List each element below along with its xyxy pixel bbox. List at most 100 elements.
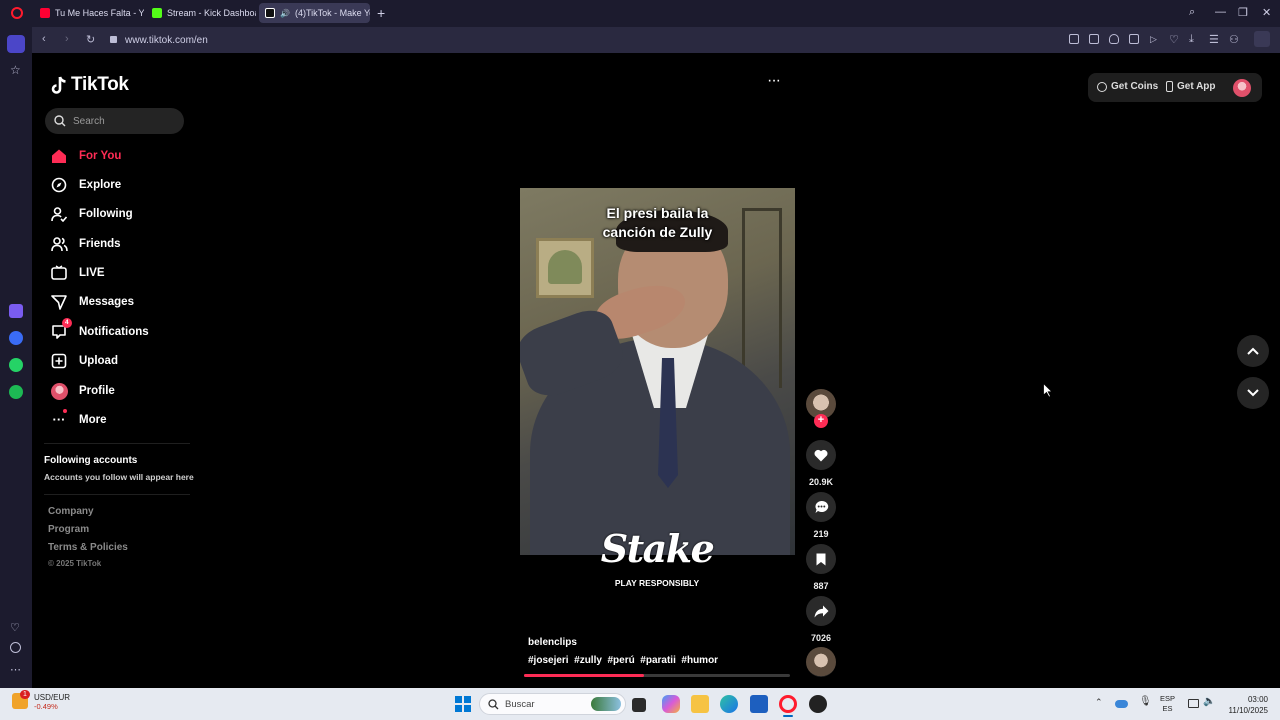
shield-icon[interactable] bbox=[1109, 34, 1119, 44]
tiktok-logo[interactable]: TikTok bbox=[51, 74, 129, 96]
download-icon[interactable]: ⤓ bbox=[1189, 33, 1194, 46]
reload-icon[interactable]: ↻ bbox=[86, 33, 95, 46]
nav-upload[interactable]: Upload bbox=[50, 350, 118, 372]
comment-action[interactable]: 219 bbox=[806, 492, 836, 539]
previous-video-button[interactable] bbox=[1237, 335, 1269, 367]
nav-for-you[interactable]: For You bbox=[50, 145, 121, 167]
nav-messages[interactable]: Messages bbox=[50, 291, 134, 313]
nav-more[interactable]: ··· More bbox=[50, 409, 106, 431]
store-icon[interactable] bbox=[750, 695, 768, 713]
file-explorer-icon[interactable] bbox=[691, 695, 709, 713]
windows-start-icon[interactable] bbox=[455, 696, 471, 712]
next-video-button[interactable] bbox=[1237, 377, 1269, 409]
save-count: 887 bbox=[813, 581, 829, 591]
nav-profile[interactable]: Profile bbox=[50, 380, 115, 402]
video-progress-track[interactable] bbox=[524, 674, 790, 677]
nav-live[interactable]: LIVE bbox=[50, 262, 105, 284]
comment-button[interactable] bbox=[806, 492, 836, 522]
save-button[interactable] bbox=[806, 544, 836, 574]
get-app-button[interactable]: Get App bbox=[1166, 81, 1216, 92]
nav-label: Notifications bbox=[79, 326, 149, 338]
whatsapp-icon[interactable] bbox=[9, 358, 23, 372]
opera-gx-icon[interactable] bbox=[809, 695, 827, 713]
nav-explore[interactable]: Explore bbox=[50, 174, 121, 196]
vpn-icon[interactable] bbox=[1254, 31, 1270, 47]
nav-following[interactable]: Following bbox=[50, 203, 133, 225]
account-icon[interactable]: ⚇ bbox=[1229, 33, 1239, 46]
save-action[interactable]: 887 bbox=[806, 544, 836, 591]
clock[interactable]: 03:00 11/10/2025 bbox=[1223, 694, 1268, 716]
new-tab-button[interactable]: + bbox=[377, 5, 385, 21]
back-icon[interactable]: ‹ bbox=[42, 33, 46, 45]
share-icon[interactable] bbox=[1069, 34, 1079, 44]
onedrive-icon[interactable] bbox=[1115, 700, 1128, 708]
volume-icon[interactable]: 🔈 bbox=[1203, 696, 1215, 707]
menu-icon[interactable]: ☰ bbox=[1209, 33, 1219, 46]
share-button[interactable] bbox=[806, 596, 836, 626]
opera-logo-icon[interactable] bbox=[11, 7, 23, 19]
get-coins-button[interactable]: Get Coins bbox=[1097, 81, 1158, 92]
task-view-icon[interactable] bbox=[632, 698, 646, 712]
url-field[interactable]: www.tiktok.com/en bbox=[125, 35, 208, 46]
caption-line-2: canción de Zully bbox=[602, 224, 713, 240]
forward-icon[interactable]: › bbox=[65, 33, 69, 45]
nav-label: Explore bbox=[79, 179, 122, 191]
like-action[interactable]: 20.9K bbox=[806, 440, 836, 487]
footer-company[interactable]: Company bbox=[48, 506, 94, 517]
chevron-up-icon bbox=[1247, 347, 1259, 355]
maximize-icon[interactable]: ❐ bbox=[1238, 6, 1248, 19]
history-icon[interactable] bbox=[10, 642, 21, 653]
footer-program[interactable]: Program bbox=[48, 524, 89, 535]
video-options-icon[interactable]: ··· bbox=[767, 72, 781, 90]
search-box[interactable] bbox=[45, 108, 184, 134]
footer-terms[interactable]: Terms & Policies bbox=[48, 542, 128, 553]
speaker-icon[interactable]: 🔊 bbox=[280, 9, 290, 18]
video-hashtags[interactable]: #josejeri #zully #perú #paratii #humor bbox=[528, 655, 718, 666]
minimize-icon[interactable]: — bbox=[1215, 6, 1226, 18]
ticker-widget[interactable]: 1 USD/EUR -0.49% bbox=[12, 690, 70, 711]
heart-icon[interactable]: ♡ bbox=[10, 621, 20, 634]
sound-disc[interactable] bbox=[806, 647, 836, 677]
video-player[interactable]: El presi baila la canción de Zully bbox=[520, 188, 795, 555]
language-indicator[interactable]: ESP ES bbox=[1160, 694, 1175, 714]
search-input[interactable] bbox=[73, 115, 173, 127]
star-icon[interactable]: ☆ bbox=[10, 63, 21, 77]
share-arrow-icon bbox=[814, 605, 828, 617]
footer-copyright: © 2025 TikTok bbox=[48, 559, 102, 568]
tab-tiktok[interactable]: 🔊 (4)TikTok - Make Your bbox=[259, 3, 370, 23]
home-icon[interactable] bbox=[7, 35, 25, 53]
nav-notifications[interactable]: 4 Notifications bbox=[50, 318, 149, 343]
opera-taskbar-icon[interactable] bbox=[779, 695, 797, 713]
follow-plus-icon[interactable]: + bbox=[814, 414, 828, 428]
messenger-icon[interactable] bbox=[9, 331, 23, 345]
tab-kick[interactable]: Stream - Kick Dashboard bbox=[146, 3, 256, 23]
spotify-icon[interactable] bbox=[9, 385, 23, 399]
camera-icon[interactable] bbox=[1089, 34, 1099, 44]
upload-icon bbox=[50, 352, 68, 370]
tray-overflow-icon[interactable]: ⌃ bbox=[1095, 697, 1103, 708]
bookmark-heart-icon[interactable]: ♡ bbox=[1169, 33, 1179, 46]
creator-action[interactable]: + bbox=[806, 389, 836, 428]
aria-icon[interactable] bbox=[9, 304, 23, 318]
player-icon[interactable]: ▷ bbox=[1150, 34, 1157, 45]
lock-icon[interactable] bbox=[110, 36, 117, 43]
microphone-icon[interactable]: 🎙 bbox=[1139, 696, 1152, 707]
copilot-icon[interactable] bbox=[662, 695, 680, 713]
get-app-label: Get App bbox=[1177, 81, 1216, 92]
tab-youtube[interactable]: Tu Me Haces Falta - YouTu bbox=[34, 3, 144, 23]
search-tabs-icon[interactable]: ⌕ bbox=[1189, 6, 1195, 19]
like-button[interactable] bbox=[806, 440, 836, 470]
following-divider bbox=[44, 494, 190, 495]
network-icon[interactable] bbox=[1188, 699, 1199, 708]
edge-icon[interactable] bbox=[720, 695, 738, 713]
close-icon[interactable]: ✕ bbox=[1262, 6, 1271, 19]
extensions-icon[interactable] bbox=[1129, 34, 1139, 44]
video-author[interactable]: belenclips bbox=[528, 637, 577, 648]
more-icon[interactable]: ⋯ bbox=[10, 663, 21, 676]
taskbar-search-box[interactable]: Buscar bbox=[479, 693, 626, 715]
sound-disc-icon[interactable] bbox=[806, 647, 836, 677]
share-action[interactable]: 7026 bbox=[806, 596, 836, 643]
clock-date: 11/10/2025 bbox=[1228, 706, 1268, 715]
avatar[interactable] bbox=[1233, 79, 1251, 97]
nav-friends[interactable]: Friends bbox=[50, 233, 121, 255]
